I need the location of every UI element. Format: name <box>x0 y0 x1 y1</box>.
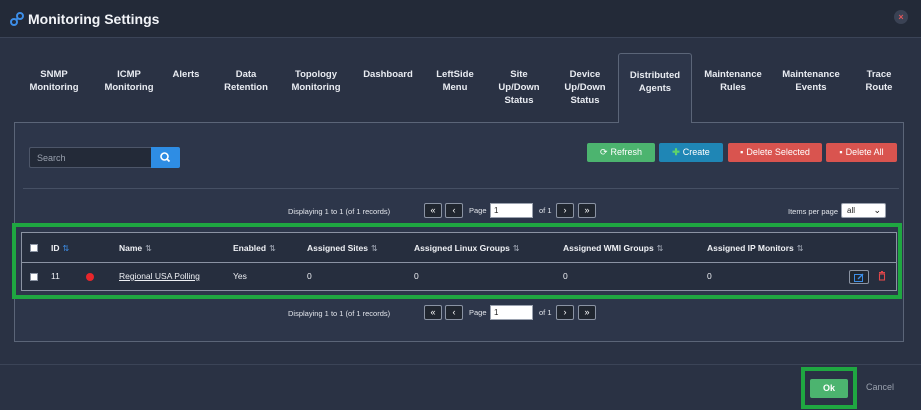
sort-icon: ⇅ <box>656 244 664 253</box>
search-icon <box>160 152 171 163</box>
create-button[interactable]: ✚ Create <box>659 143 723 162</box>
window-title: Monitoring Settings <box>28 11 160 27</box>
prev-page-button[interactable]: ‹ <box>445 305 463 320</box>
create-label: Create <box>682 147 710 157</box>
plus-icon: ✚ <box>672 147 680 157</box>
page-input[interactable] <box>490 203 533 218</box>
column-name-label: Name <box>119 243 143 253</box>
next-page-button[interactable]: › <box>556 203 574 218</box>
cell-assigned-linux-groups: 0 <box>414 271 419 281</box>
sort-icon: ⇅ <box>269 244 276 253</box>
page-label: Page <box>469 206 487 215</box>
delete-all-button[interactable]: ▪ Delete All <box>826 143 897 162</box>
page-of-label: of 1 <box>539 206 552 215</box>
last-page-button[interactable]: » <box>578 203 596 218</box>
table-row: 11 Regional USA Polling Yes 0 0 0 0 <box>22 263 896 290</box>
chevron-down-icon: ⌄ <box>873 205 881 215</box>
cancel-button[interactable]: Cancel <box>866 382 894 392</box>
next-page-button[interactable]: › <box>556 305 574 320</box>
refresh-label: Refresh <box>610 147 643 157</box>
sort-icon: ⇅ <box>512 244 520 253</box>
refresh-button[interactable]: ⟳ Refresh <box>587 143 655 162</box>
link-icon <box>10 12 24 26</box>
column-name[interactable]: Name ⇅ <box>119 243 152 253</box>
search-input[interactable] <box>29 147 151 168</box>
column-assigned-linux-groups[interactable]: Assigned Linux Groups ⇅ <box>414 243 520 253</box>
trash-icon: ▪ <box>740 147 744 157</box>
column-wmi-label: Assigned WMI Groups <box>563 243 654 253</box>
page-of-label: of 1 <box>539 308 552 317</box>
column-ip-label: Assigned IP Monitors <box>707 243 794 253</box>
prev-page-button[interactable]: ‹ <box>445 203 463 218</box>
delete-all-label: Delete All <box>845 147 884 157</box>
records-display: Displaying 1 to 1 (of 1 records) <box>288 309 391 318</box>
column-sites-label: Assigned Sites <box>307 243 368 253</box>
tab-topology-monitoring[interactable]: Topology Monitoring <box>284 53 348 122</box>
ok-button[interactable]: Ok <box>810 379 848 398</box>
distributed-agents-panel: ⟳Refresh ✚Create ▪Delete Selected ▪Delet… <box>14 122 904 342</box>
page-input[interactable] <box>490 305 533 320</box>
items-per-page-select[interactable]: all ⌄ <box>841 203 886 218</box>
records-display: Displaying 1 to 1 (of 1 records) <box>288 207 391 216</box>
cell-assigned-ip-monitors: 0 <box>707 271 712 281</box>
trash-icon <box>878 271 886 281</box>
tab-icmp-monitoring[interactable]: ICMP Monitoring <box>92 53 166 122</box>
delete-selected-button[interactable]: ▪ Delete Selected <box>728 143 822 162</box>
sort-icon: ⇅ <box>370 244 378 253</box>
column-enabled[interactable]: Enabled ⇅ <box>233 243 276 253</box>
footer-divider <box>0 364 921 365</box>
items-per-page-label: Items per page <box>788 207 839 216</box>
tab-device-updown-status[interactable]: Device Up/Down Status <box>554 53 616 122</box>
search-button[interactable] <box>151 147 180 168</box>
last-page-button[interactable]: » <box>578 305 596 320</box>
first-page-button[interactable]: « <box>424 305 442 320</box>
column-assigned-ip-monitors[interactable]: Assigned IP Monitors ⇅ <box>707 243 803 253</box>
status-indicator <box>86 273 94 281</box>
edit-icon <box>854 273 864 282</box>
delete-selected-label: Delete Selected <box>746 147 810 157</box>
agents-table: ID ⇅ Name ⇅ Enabled ⇅ Assigned Sites ⇅ Assig… <box>21 232 897 291</box>
column-enabled-label: Enabled <box>233 243 267 253</box>
tab-alerts[interactable]: Alerts <box>166 53 206 122</box>
column-assigned-sites[interactable]: Assigned Sites ⇅ <box>307 243 378 253</box>
column-linux-label: Assigned Linux Groups <box>414 243 510 253</box>
cell-id: 11 <box>51 271 60 281</box>
cell-assigned-wmi-groups: 0 <box>563 271 568 281</box>
tab-snmp-monitoring[interactable]: SNMP Monitoring <box>22 53 86 122</box>
pagination-bottom: Displaying 1 to 1 (of 1 records) « ‹ Pag… <box>288 305 608 321</box>
tab-distributed-agents[interactable]: Distributed Agents <box>618 53 692 123</box>
cell-enabled: Yes <box>233 271 247 281</box>
delete-row-button[interactable] <box>876 270 888 283</box>
edit-button[interactable] <box>849 270 869 284</box>
page-label: Page <box>469 308 487 317</box>
tab-leftside-menu[interactable]: LeftSide Menu <box>426 53 484 122</box>
sort-icon: ⇅ <box>62 244 70 253</box>
agent-name-link[interactable]: Regional USA Polling <box>119 271 200 281</box>
items-per-page-value: all <box>847 206 856 215</box>
tab-maintenance-events[interactable]: Maintenance Events <box>776 53 846 122</box>
tab-maintenance-rules[interactable]: Maintenance Rules <box>698 53 768 122</box>
tab-trace-route[interactable]: Trace Route <box>856 53 902 122</box>
divider <box>23 188 899 189</box>
cell-assigned-sites: 0 <box>307 271 312 281</box>
table-header: ID ⇅ Name ⇅ Enabled ⇅ Assigned Sites ⇅ Assig… <box>22 233 896 263</box>
tab-data-retention[interactable]: Data Retention <box>214 53 278 122</box>
refresh-icon: ⟳ <box>599 147 608 157</box>
close-button[interactable]: × <box>894 10 908 24</box>
tab-dashboard[interactable]: Dashboard <box>354 53 422 122</box>
tab-site-updown-status[interactable]: Site Up/Down Status <box>488 53 550 122</box>
sort-icon: ⇅ <box>145 244 152 253</box>
trash-icon: ▪ <box>839 147 843 157</box>
title-bar: Monitoring Settings × <box>0 0 921 38</box>
row-checkbox[interactable] <box>30 273 38 281</box>
column-id-label: ID <box>51 243 60 253</box>
tab-bar: SNMP Monitoring ICMP Monitoring Alerts Dat… <box>14 53 904 123</box>
column-id[interactable]: ID ⇅ <box>51 243 69 253</box>
pagination-top: Displaying 1 to 1 (of 1 records) « ‹ Pag… <box>288 203 608 219</box>
sort-icon: ⇅ <box>796 244 804 253</box>
column-assigned-wmi-groups[interactable]: Assigned WMI Groups ⇅ <box>563 243 663 253</box>
select-all-checkbox[interactable] <box>30 244 38 252</box>
first-page-button[interactable]: « <box>424 203 442 218</box>
